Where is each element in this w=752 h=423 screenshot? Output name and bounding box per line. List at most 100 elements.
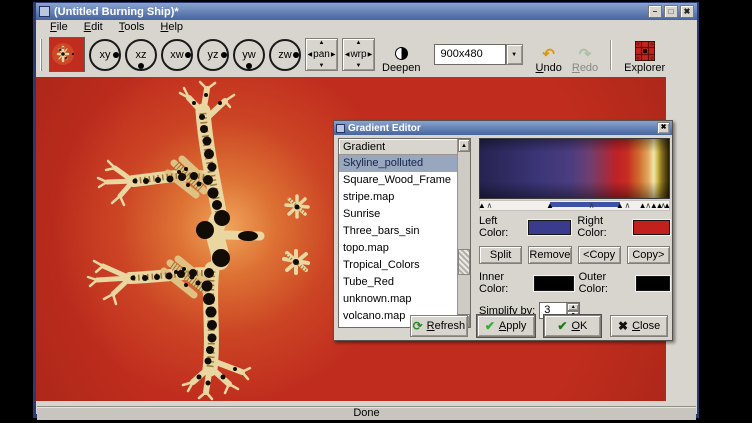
gradient-list-header[interactable]: Gradient [339, 139, 457, 155]
arrow-up-icon[interactable]: ▲ [319, 40, 325, 46]
image-size-combo[interactable]: 900x480 ▼ [434, 44, 523, 65]
menu-help[interactable]: Help [152, 20, 191, 34]
title-bar[interactable]: (Untitled Burning Ship)* – □ ✖ [36, 3, 697, 20]
explorer-label: Explorer [624, 62, 665, 74]
left-color-swatch[interactable] [528, 220, 572, 235]
close-label: Close [632, 320, 660, 332]
list-scrollbar[interactable]: ▲ ▼ [457, 139, 470, 327]
pan-label: pan [313, 50, 330, 60]
gradient-handle[interactable]: ▲ [663, 201, 671, 211]
toolbar: xy xz xw yz yw zw ▲ ◀ pan [36, 34, 697, 76]
outer-color-label: Outer Color: [579, 271, 633, 295]
dial-label: xy [100, 49, 111, 61]
refresh-icon: ⟳ [413, 320, 423, 332]
rotate-yw-dial[interactable]: yw [233, 39, 265, 71]
gradient-preview[interactable] [479, 138, 670, 199]
dialog-icon [336, 124, 345, 133]
split-button[interactable]: Split [479, 246, 522, 264]
minimize-button[interactable]: – [648, 5, 662, 18]
dial-angle-dot [138, 63, 144, 69]
dial-angle-dot [185, 52, 191, 58]
gradient-handle[interactable]: ∧ [487, 201, 493, 211]
dialog-close-icon[interactable]: ✖ [657, 122, 670, 134]
list-item[interactable]: unknown.map [339, 291, 457, 308]
desktop: (Untitled Burning Ship)* – □ ✖ File Edit… [0, 0, 752, 423]
left-color-label: Left Color: [479, 215, 525, 239]
close-button[interactable]: ✖ [680, 5, 694, 18]
arrow-down-icon[interactable]: ▼ [356, 63, 362, 69]
gradient-handle[interactable]: ∧ [624, 201, 630, 211]
gradient-editor-dialog: Gradient Editor ✖ Gradient Skyline_pollu… [333, 120, 673, 341]
rotate-xy-dial[interactable]: xy [89, 39, 121, 71]
size-value[interactable]: 900x480 [434, 44, 506, 65]
redo-label: Redo [572, 62, 598, 74]
arrow-up-icon[interactable]: ▲ [356, 40, 362, 46]
fractal-preview-thumbnail[interactable] [49, 37, 85, 72]
half-circle-icon [395, 47, 408, 60]
gradient-handle[interactable]: ▲ [546, 201, 554, 211]
menu-tools[interactable]: Tools [111, 20, 153, 34]
gradient-handle-strip[interactable]: ▲∧▲∧▲∧▲∧▲▲∧▲ [479, 200, 670, 211]
selected-segment-bar[interactable] [550, 202, 620, 207]
rotate-xz-dial[interactable]: xz [125, 39, 157, 71]
outer-color-swatch[interactable] [636, 276, 670, 291]
arrow-right-icon[interactable]: ▶ [331, 52, 336, 58]
inner-color-swatch[interactable] [534, 276, 574, 291]
gradient-handle[interactable]: ∧ [589, 201, 595, 211]
apply-button[interactable]: ✔ Apply [477, 315, 535, 337]
explorer-grid-icon [635, 41, 655, 61]
ok-button[interactable]: ✔ OK [544, 315, 602, 337]
copy-left-button[interactable]: <Copy [578, 246, 621, 264]
list-item[interactable]: Three_bars_sin [339, 223, 457, 240]
apply-label: Apply [499, 320, 527, 332]
menu-edit[interactable]: Edit [76, 20, 111, 34]
close-dialog-button[interactable]: ✖ Close [610, 315, 668, 337]
dialog-title-bar[interactable]: Gradient Editor ✖ [334, 121, 672, 135]
rotate-yz-dial[interactable]: yz [197, 39, 229, 71]
undo-button[interactable]: ↶ Undo [533, 36, 565, 74]
explorer-button[interactable]: Explorer [621, 36, 668, 74]
gradient-handle[interactable]: ▲ [616, 201, 624, 211]
ok-label: OK [571, 320, 587, 332]
maximize-button[interactable]: □ [664, 5, 678, 18]
redo-icon: ↷ [579, 47, 592, 62]
list-item[interactable]: Skyline_polluted [339, 155, 457, 172]
rotate-zw-dial[interactable]: zw [269, 39, 301, 71]
gradient-edit-panel: ▲∧▲∧▲∧▲∧▲▲∧▲ Left Color: Right Color: Sp… [479, 138, 670, 319]
rotate-xw-dial[interactable]: xw [161, 39, 193, 71]
dial-angle-dot [221, 52, 227, 58]
dial-angle-dot [293, 52, 299, 58]
scrollbar-track[interactable] [458, 152, 470, 314]
list-item[interactable]: topo.map [339, 240, 457, 257]
ok-check-icon: ✔ [557, 320, 567, 332]
pan-control[interactable]: ▲ ◀ pan ▶ ▼ [305, 38, 338, 71]
scroll-up-icon[interactable]: ▲ [458, 139, 470, 152]
arrow-down-icon[interactable]: ▼ [319, 63, 325, 69]
remove-button[interactable]: Remove [528, 246, 571, 264]
right-color-swatch[interactable] [633, 220, 670, 235]
scrollbar-thumb[interactable] [458, 249, 470, 275]
refresh-button[interactable]: ⟳ Refresh [410, 315, 468, 337]
list-item[interactable]: Square_Wood_Frame [339, 172, 457, 189]
deepen-button[interactable]: Deepen [379, 36, 424, 74]
undo-label: Undo [536, 62, 562, 74]
arrow-left-icon[interactable]: ◀ [345, 52, 350, 58]
check-icon: ✔ [485, 320, 495, 332]
arrow-left-icon[interactable]: ◀ [308, 52, 313, 58]
arrow-right-icon[interactable]: ▶ [368, 52, 373, 58]
dialog-body: Gradient Skyline_pollutedSquare_Wood_Fra… [334, 135, 672, 341]
toolbar-grip[interactable] [40, 39, 45, 71]
dialog-title: Gradient Editor [348, 123, 654, 134]
spin-up-icon[interactable]: ▲ [567, 303, 579, 311]
warp-label: wrp [350, 50, 366, 60]
list-item[interactable]: Sunrise [339, 206, 457, 223]
list-item[interactable]: Tube_Red [339, 274, 457, 291]
copy-right-button[interactable]: Copy> [627, 246, 670, 264]
combo-dropdown-icon[interactable]: ▼ [506, 44, 523, 65]
list-item[interactable]: Tropical_Colors [339, 257, 457, 274]
app-icon [39, 6, 50, 17]
list-item[interactable]: stripe.map [339, 189, 457, 206]
warp-control[interactable]: ▲ ◀ wrp ▶ ▼ [342, 38, 375, 71]
gradient-handle[interactable]: ▲ [478, 201, 486, 211]
menu-file[interactable]: File [42, 20, 76, 34]
